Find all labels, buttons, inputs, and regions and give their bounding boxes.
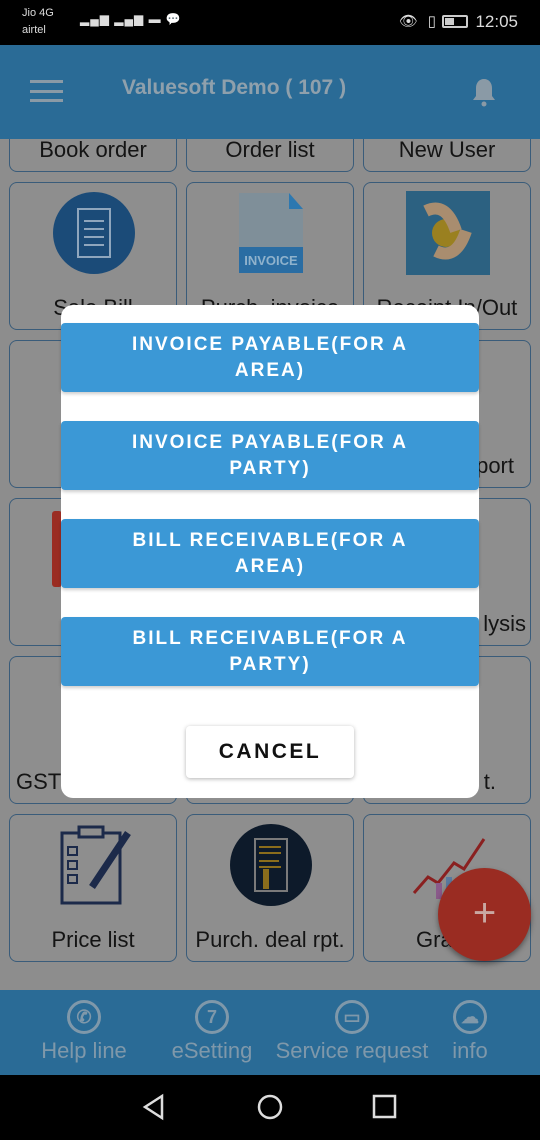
clipboard-icon	[60, 825, 131, 905]
add-fab-button[interactable]: +	[438, 868, 531, 961]
bell-icon[interactable]	[470, 77, 498, 107]
handshake-coin-icon	[406, 191, 490, 275]
option-invoice-payable-area[interactable]: INVOICE PAYABLE(FOR A AREA)	[61, 323, 479, 392]
tile-purch-deal-rpt[interactable]: Purch. deal rpt.	[186, 814, 354, 962]
bottom-nav: ✆ Help line 7 eSetting ▭ Service request ☁ i…	[0, 990, 540, 1075]
document-icon	[53, 192, 135, 274]
nav-label: Service request	[275, 1038, 429, 1063]
tile-label: Book order	[39, 139, 147, 162]
option-bill-receivable-area[interactable]: BILL RECEIVABLE(FOR A AREA)	[61, 519, 479, 588]
nav-service-request[interactable]: ▭ Service request	[268, 1000, 436, 1064]
tile-label: Price list	[51, 927, 135, 952]
back-icon[interactable]	[140, 1093, 168, 1121]
tile-label: Purch. deal rpt.	[195, 927, 345, 952]
tile-new-user[interactable]: New User	[363, 139, 531, 172]
option-bill-receivable-party[interactable]: BILL RECEIVABLE(FOR A PARTY)	[61, 617, 479, 686]
nav-esetting[interactable]: 7 eSetting	[166, 1000, 258, 1064]
phone-icon: ✆	[67, 1000, 101, 1034]
tile-label: New User	[398, 139, 496, 162]
nav-help-line[interactable]: ✆ Help line	[38, 1000, 130, 1064]
carrier-1: Jio 4G	[22, 7, 54, 19]
nav-info[interactable]: ☁ info	[440, 1000, 500, 1064]
report-type-dialog: INVOICE PAYABLE(FOR A AREA) INVOICE PAYA…	[61, 305, 479, 798]
signal-icon: ▂▄▆ ▂▄▆ ▬ 💬	[80, 12, 182, 26]
tile-price-list[interactable]: Price list	[9, 814, 177, 962]
battery-icon	[442, 15, 468, 28]
tile-label: Order list	[225, 139, 315, 162]
option-invoice-payable-party[interactable]: INVOICE PAYABLE(FOR A PARTY)	[61, 421, 479, 490]
status-bar: Jio 4G airtel ▂▄▆ ▂▄▆ ▬ 💬 👁 ▯ 12:05	[0, 0, 540, 45]
home-icon[interactable]	[256, 1093, 284, 1121]
image-icon: ▭	[335, 1000, 369, 1034]
clock: 12:05	[475, 12, 518, 31]
seven-icon: 7	[195, 1000, 229, 1034]
nav-label: info	[452, 1038, 488, 1063]
cancel-button[interactable]: CANCEL	[186, 726, 354, 778]
tile-book-order[interactable]: Book order	[9, 139, 177, 172]
invoice-badge-text: INVOICE	[244, 253, 298, 268]
nav-label: eSetting	[171, 1038, 253, 1063]
recents-icon[interactable]	[371, 1093, 399, 1121]
vibrate-icon: ▯	[427, 13, 436, 30]
app-title: Valuesoft Demo ( 107 )	[122, 76, 347, 99]
system-nav-bar	[0, 1075, 540, 1140]
app-header: Valuesoft Demo ( 107 )	[0, 45, 540, 139]
tile-order-list[interactable]: Order list	[186, 139, 354, 172]
cloud-upload-icon: ☁	[453, 1000, 487, 1034]
invoice-icon: INVOICE	[239, 193, 303, 273]
certificate-icon	[230, 824, 312, 906]
nav-label: Help line	[41, 1038, 127, 1063]
hamburger-menu-icon[interactable]	[30, 80, 63, 102]
eye-icon: 👁	[398, 13, 418, 30]
carrier-2: airtel	[22, 24, 46, 36]
